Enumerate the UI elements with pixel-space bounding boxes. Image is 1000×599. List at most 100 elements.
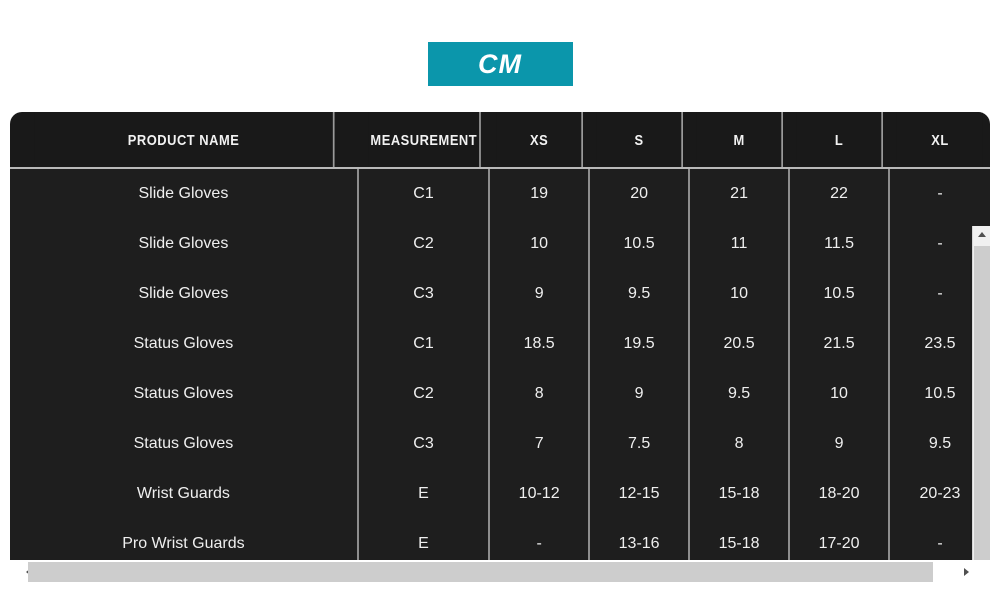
cell-l: 21.5 (790, 319, 891, 369)
table-row: Status Gloves C2 8 9 9.5 10 10.5 (10, 369, 990, 419)
cell-value: 10 (730, 285, 748, 302)
cell-value: 9 (534, 285, 544, 302)
table-rows: Slide Gloves C1 19 20 21 22 - Slide Gloves C2 10 1… (10, 169, 990, 560)
cell-product-name: Slide Gloves (10, 169, 359, 219)
cell-xs: 7 (490, 419, 591, 469)
cell-product-name: Status Gloves (10, 369, 359, 419)
column-header-xl[interactable]: XL (897, 112, 983, 169)
column-header-label: MEASUREMENT (370, 132, 477, 149)
cell-m: 15-18 (690, 469, 791, 519)
cell-value: 19.5 (623, 335, 655, 352)
cell-m: 9.5 (690, 369, 791, 419)
cell-value: - (536, 535, 542, 552)
cell-xl: - (890, 169, 990, 219)
cell-value: 20.5 (723, 335, 755, 352)
cell-l: 18-20 (790, 469, 891, 519)
cell-xs: 9 (490, 269, 591, 319)
cell-xs: 10 (490, 219, 591, 269)
table-header: PRODUCT NAME MEASUREMENT XS S M L XL (10, 112, 990, 169)
cell-measurement: E (358, 469, 491, 519)
column-header-xs[interactable]: XS (497, 112, 584, 169)
cell-m: 15-18 (690, 519, 791, 560)
cell-l: 22 (790, 169, 891, 219)
unit-tab-bar: CM (0, 42, 1000, 88)
cell-value: C2 (413, 385, 434, 402)
cell-value: C1 (413, 335, 434, 352)
cell-l: 10.5 (790, 269, 891, 319)
cell-value: 10 (830, 385, 848, 402)
scroll-right-button[interactable] (952, 562, 980, 582)
cell-value: 20-23 (919, 485, 961, 502)
size-chart-table: PRODUCT NAME MEASUREMENT XS S M L XL Slide Glo… (10, 112, 990, 560)
cell-xs: 18.5 (490, 319, 591, 369)
cell-measurement: C2 (358, 369, 491, 419)
column-header-label: S (634, 132, 644, 149)
vertical-scrollbar[interactable] (972, 226, 990, 560)
cell-measurement: C1 (358, 169, 491, 219)
cell-value: Wrist Guards (136, 485, 230, 502)
cell-value: 15-18 (718, 485, 760, 502)
cell-value: Slide Gloves (138, 285, 229, 302)
horizontal-scroll-track[interactable] (28, 562, 972, 582)
cell-l: 10 (790, 369, 891, 419)
cell-value: 9.5 (727, 385, 751, 402)
cell-s: 12-15 (590, 469, 691, 519)
cell-value: C3 (413, 435, 434, 452)
scroll-up-button[interactable] (973, 226, 990, 243)
cell-value: Status Gloves (133, 435, 234, 452)
column-header-label: PRODUCT NAME (127, 132, 240, 149)
cell-value: 11 (730, 235, 748, 252)
cell-value: Slide Gloves (138, 235, 229, 252)
cell-value: 17-20 (818, 535, 860, 552)
unit-tab-cm[interactable]: CM (427, 42, 573, 86)
column-header-s[interactable]: S (597, 112, 684, 169)
table-row: Wrist Guards E 10-12 12-15 15-18 18-20 20-23 (10, 469, 990, 519)
cell-l: 9 (790, 419, 891, 469)
cell-value: 9 (634, 385, 644, 402)
cell-value: 10.5 (924, 385, 956, 402)
cell-value: 23.5 (924, 335, 956, 352)
cell-measurement: C2 (358, 219, 491, 269)
cell-m: 20.5 (690, 319, 791, 369)
cell-value: 19 (530, 185, 549, 202)
table-row: Pro Wrist Guards E - 13-16 15-18 17-20 - (10, 519, 990, 560)
cell-value: - (937, 535, 943, 552)
cell-value: 7 (534, 435, 544, 452)
cell-value: 18-20 (818, 485, 860, 502)
column-header-product-name[interactable]: PRODUCT NAME (34, 112, 335, 169)
cell-m: 11 (690, 219, 791, 269)
cell-value: 8 (534, 385, 544, 402)
cell-value: Slide Gloves (138, 185, 229, 202)
cell-value: C3 (413, 285, 434, 302)
cell-product-name: Slide Gloves (10, 269, 359, 319)
cell-value: 20 (630, 185, 648, 202)
cell-value: 21.5 (823, 335, 855, 352)
table-row: Status Gloves C1 18.5 19.5 20.5 21.5 23.5 (10, 319, 990, 369)
cell-product-name: Pro Wrist Guards (10, 519, 359, 560)
column-header-l[interactable]: L (797, 112, 884, 169)
cell-value: E (418, 485, 429, 502)
cell-product-name: Status Gloves (10, 419, 359, 469)
column-header-m[interactable]: M (697, 112, 784, 169)
cell-product-name: Wrist Guards (10, 469, 359, 519)
cell-s: 10.5 (590, 219, 691, 269)
cell-measurement: C3 (358, 269, 491, 319)
cell-value: Pro Wrist Guards (122, 535, 245, 552)
cell-l: 11.5 (790, 219, 891, 269)
horizontal-scroll-thumb[interactable] (28, 562, 933, 582)
column-header-label: L (834, 132, 844, 149)
cell-value: 9 (834, 435, 844, 452)
cell-value: 21 (730, 185, 748, 202)
cell-s: 19.5 (590, 319, 691, 369)
cell-value: 8 (734, 435, 744, 452)
cell-product-name: Slide Gloves (10, 219, 359, 269)
horizontal-scrollbar[interactable] (0, 562, 1000, 582)
cell-value: - (937, 285, 943, 302)
cell-measurement: C1 (358, 319, 491, 369)
chevron-right-icon (963, 568, 969, 576)
table-row: Slide Gloves C3 9 9.5 10 10.5 - (10, 269, 990, 319)
column-header-measurement[interactable]: MEASUREMENT (368, 112, 481, 169)
vertical-scroll-thumb[interactable] (974, 246, 990, 560)
cell-value: 10.5 (823, 285, 855, 302)
column-header-label: XL (931, 132, 949, 149)
